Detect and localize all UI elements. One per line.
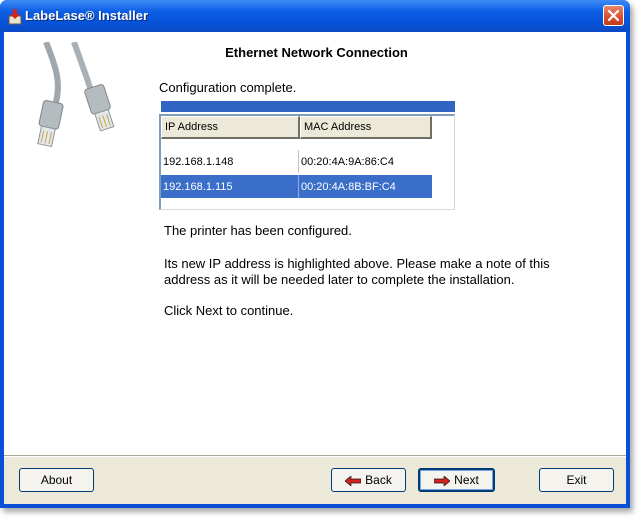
configured-message: The printer has been configured. [164, 223, 352, 238]
footer-divider-highlight [4, 456, 626, 457]
next-button[interactable]: Next [418, 468, 495, 492]
page-heading: Ethernet Network Connection [225, 45, 408, 60]
title-bar[interactable]: LabeLase® Installer [0, 0, 630, 32]
table-row[interactable]: 192.168.1.148 00:20:4A:9A:86:C4 [161, 150, 432, 173]
about-button[interactable]: About [19, 468, 94, 492]
device-list[interactable]: IP Address MAC Address 192.168.1.148 00:… [159, 114, 455, 210]
ip-cell: 192.168.1.148 [163, 156, 234, 168]
column-header-ip[interactable]: IP Address [161, 116, 300, 139]
progress-fill [161, 101, 455, 112]
back-button-label: Back [365, 473, 392, 487]
about-button-label: About [40, 473, 73, 487]
next-button-label: Next [454, 473, 479, 487]
ethernet-cable-image [37, 42, 115, 148]
back-button[interactable]: Back [331, 468, 406, 492]
arrow-right-icon [434, 475, 451, 486]
table-row-selected[interactable]: 192.168.1.115 00:20:4A:8B:BF:C4 [161, 175, 432, 198]
mac-cell: 00:20:4A:8B:BF:C4 [301, 181, 396, 193]
arrow-left-icon [345, 475, 362, 486]
note-message: Its new IP address is highlighted above.… [164, 256, 550, 287]
status-text: Configuration complete. [159, 80, 297, 95]
installer-app-icon [8, 9, 22, 25]
continue-message: Click Next to continue. [164, 303, 294, 318]
client-area: Ethernet Network Connection Configuratio… [4, 32, 626, 504]
ip-cell: 192.168.1.115 [163, 181, 233, 193]
window-title: LabeLase® Installer [25, 8, 149, 23]
exit-button[interactable]: Exit [539, 468, 614, 492]
close-icon [608, 10, 619, 21]
mac-cell: 00:20:4A:9A:86:C4 [301, 156, 394, 168]
close-button[interactable] [603, 5, 624, 26]
exit-button-label: Exit [566, 473, 587, 487]
column-header-mac[interactable]: MAC Address [300, 116, 432, 139]
progress-bar [161, 101, 455, 112]
content-panel: Ethernet Network Connection Configuratio… [4, 32, 626, 455]
installer-window: LabeLase® Installer Ethernet Network Con… [0, 0, 630, 508]
